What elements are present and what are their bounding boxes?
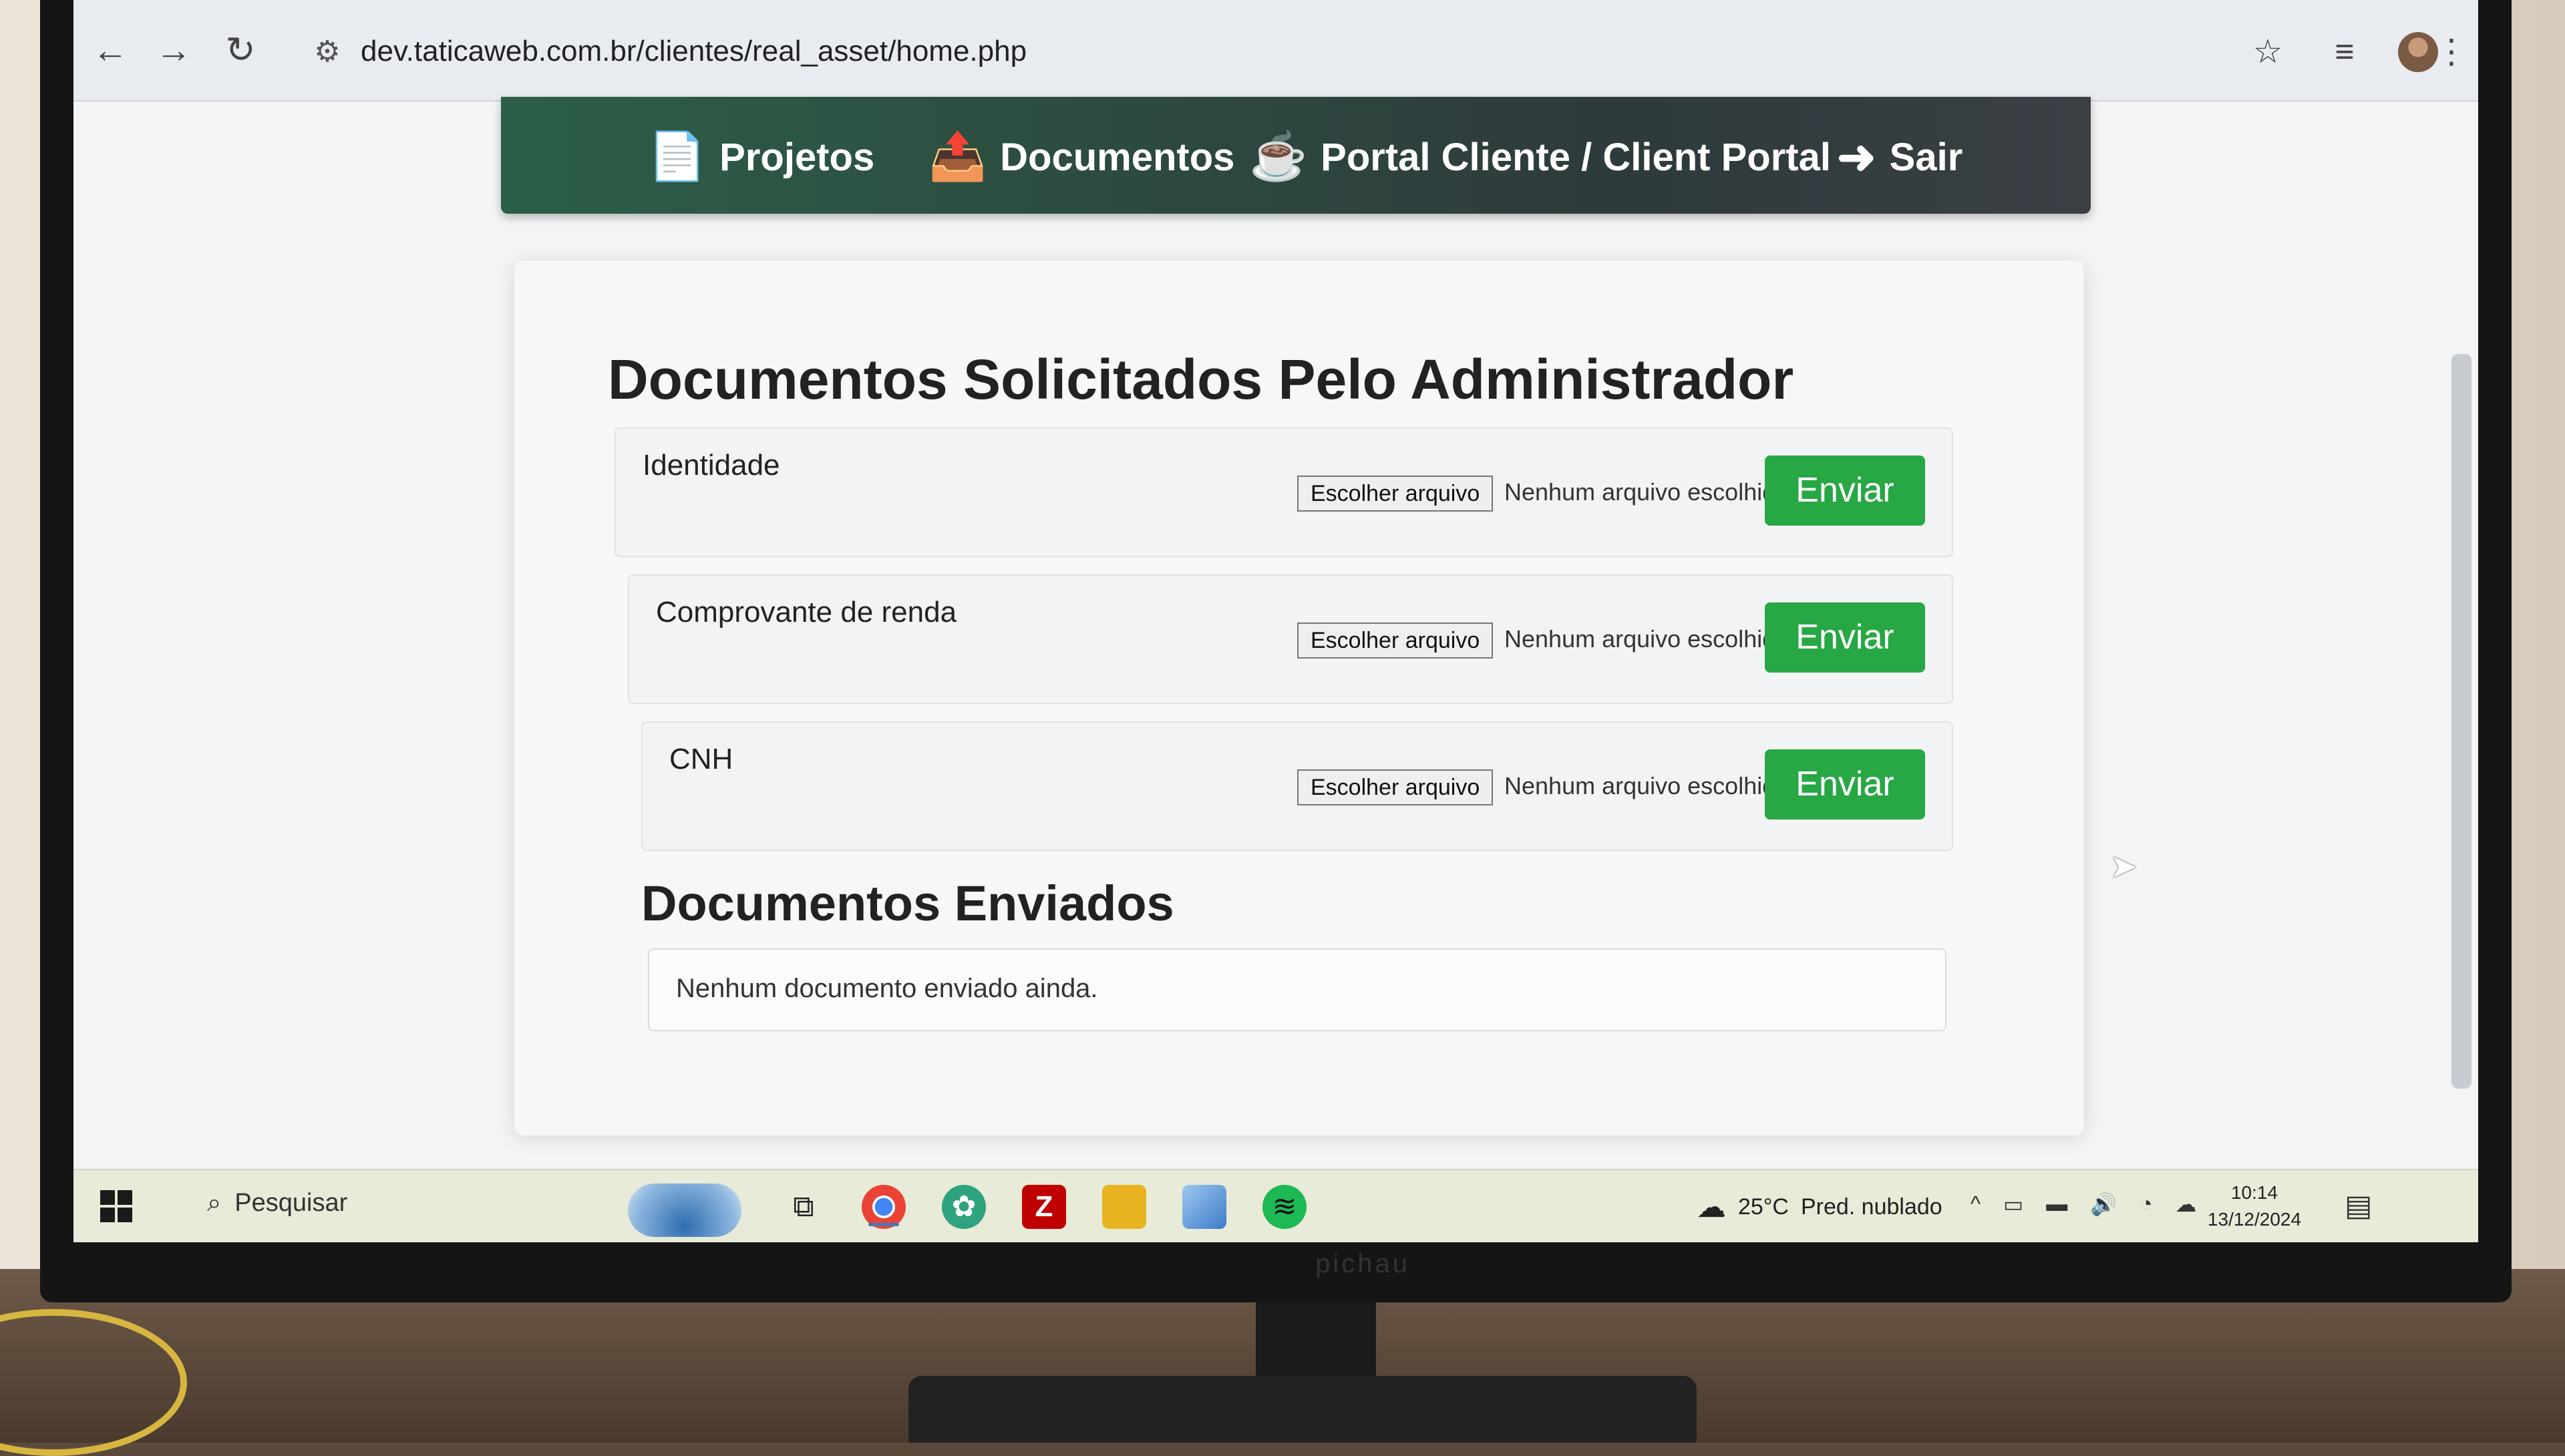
choose-file-button[interactable]: Escolher arquivo [1297, 476, 1494, 512]
document-name: CNH [669, 743, 733, 775]
spotify-icon[interactable]: ≋ [1262, 1185, 1307, 1229]
nav-label: Portal Cliente / Client Portal [1321, 135, 1831, 179]
sent-documents-title: Documentos Enviados [641, 876, 1174, 931]
browser-toolbar: ← → ↻ ⚙ dev.taticaweb.com.br/clientes/re… [73, 0, 2478, 102]
weather-widget[interactable]: ☁ 25°C Pred. nublado [1697, 1190, 1942, 1224]
coffee-cup-icon: ☕ [1249, 130, 1308, 182]
filezilla-icon[interactable]: Z [1022, 1185, 1066, 1229]
notification-icon[interactable]: ▤ [2345, 1189, 2373, 1223]
send-button[interactable]: Enviar [1765, 602, 1925, 673]
file-upload-icon: 📤 [928, 130, 987, 182]
search-label: Pesquisar [234, 1189, 348, 1217]
network-icon[interactable]: ▭ [2003, 1192, 2023, 1217]
file-status: Nenhum arquivo escolhido [1504, 478, 1789, 506]
system-tray: ^ ▭ ▬ 🔊 ◔ ☁ [1971, 1192, 2196, 1217]
file-explorer-icon[interactable] [1102, 1185, 1146, 1229]
cloud-icon: ☁ [1697, 1191, 1726, 1224]
file-status: Nenhum arquivo escolhido [1504, 772, 1789, 799]
start-button[interactable] [100, 1190, 134, 1224]
sent-documents-list: Nenhum documento enviado ainda. [648, 948, 1946, 1031]
back-icon[interactable]: ← [87, 27, 134, 73]
app-icon[interactable] [1182, 1185, 1226, 1229]
chatgpt-icon[interactable]: ✿ [942, 1185, 986, 1229]
media-controls-icon[interactable]: ≡ [2321, 28, 2368, 75]
active-indicator [868, 1223, 899, 1226]
onedrive-icon[interactable]: ☁ [2175, 1192, 2196, 1217]
windows-taskbar: ⌕ Pesquisar ⧉ ✿ Z ≋ ☁ 25°C Pred. nublado… [73, 1169, 2478, 1242]
browser-menu-icon[interactable]: ⋮ [2428, 28, 2475, 75]
document-name: Comprovante de renda [656, 596, 957, 628]
search-highlight-image[interactable] [628, 1184, 741, 1237]
document-row-identidade: Identidade Escolher arquivo Nenhum arqui… [615, 427, 1953, 557]
nav-documentos[interactable]: 📤 Documentos [928, 124, 1234, 190]
sign-out-icon: ➜ [1837, 131, 1876, 183]
taskbar-search[interactable]: ⌕ Pesquisar [207, 1189, 347, 1218]
requested-documents-title: Documentos Solicitados Pelo Administrado… [608, 348, 1794, 411]
nav-label: Sair [1889, 135, 1963, 179]
chevron-up-icon[interactable]: ^ [1971, 1192, 1981, 1217]
document-row-cnh: CNH Escolher arquivo Nenhum arquivo esco… [641, 721, 1953, 851]
screen: ← → ↻ ⚙ dev.taticaweb.com.br/clientes/re… [73, 0, 2478, 1242]
choose-file-button[interactable]: Escolher arquivo [1297, 769, 1494, 805]
clock-time: 10:14 [2230, 1182, 2278, 1203]
address-bar[interactable]: dev.taticaweb.com.br/clientes/real_asset… [361, 35, 1027, 68]
monitor-brand: pichau [1315, 1249, 1410, 1278]
chrome-icon[interactable] [862, 1185, 906, 1229]
document-name: Identidade [643, 449, 780, 482]
battery-icon[interactable]: ▬ [2046, 1192, 2067, 1217]
site-info-icon[interactable]: ⚙ [307, 32, 347, 72]
nav-sair[interactable]: ➜ Sair [1837, 124, 1962, 190]
nav-label: Documentos [1000, 135, 1235, 179]
wifi-icon[interactable]: ◔ [2140, 1192, 2152, 1217]
reload-icon[interactable]: ↻ [217, 27, 264, 73]
bookmark-star-icon[interactable]: ☆ [2244, 28, 2291, 75]
nav-portal-cliente[interactable]: ☕ Portal Cliente / Client Portal [1249, 124, 1831, 190]
documents-card: Documentos Solicitados Pelo Administrado… [514, 260, 2084, 1135]
forward-icon[interactable]: → [150, 27, 197, 73]
document-row-comprovante-de-renda: Comprovante de renda Escolher arquivo Ne… [628, 574, 1953, 704]
nav-label: Projetos [719, 135, 875, 179]
clock-date: 13/12/2024 [2207, 1209, 2302, 1230]
scrollbar-thumb[interactable] [2451, 354, 2471, 1089]
taskbar-clock[interactable]: 10:14 13/12/2024 [2198, 1179, 2311, 1233]
empty-state-message: Nenhum documento enviado ainda. [676, 974, 1098, 1003]
choose-file-button[interactable]: Escolher arquivo [1297, 622, 1494, 659]
main-nav: 📄 Projetos 📤 Documentos ☕ Portal Cliente… [501, 97, 2091, 214]
mouse-cursor-icon: ➤ [2109, 848, 2138, 885]
task-view-icon[interactable]: ⧉ [782, 1185, 826, 1229]
file-status: Nenhum arquivo escolhido [1504, 625, 1789, 653]
weather-description: Pred. nublado [1800, 1194, 1942, 1220]
page-scrollbar[interactable] [2451, 114, 2471, 1169]
document-chart-icon: 📄 [648, 130, 707, 182]
send-button[interactable]: Enviar [1765, 749, 1925, 820]
monitor-stand-base [908, 1376, 1697, 1443]
volume-icon[interactable]: 🔊 [2090, 1192, 2117, 1217]
nav-projetos[interactable]: 📄 Projetos [648, 124, 874, 190]
search-icon: ⌕ [207, 1189, 222, 1217]
send-button[interactable]: Enviar [1765, 456, 1925, 526]
weather-temp: 25°C [1738, 1194, 1789, 1220]
